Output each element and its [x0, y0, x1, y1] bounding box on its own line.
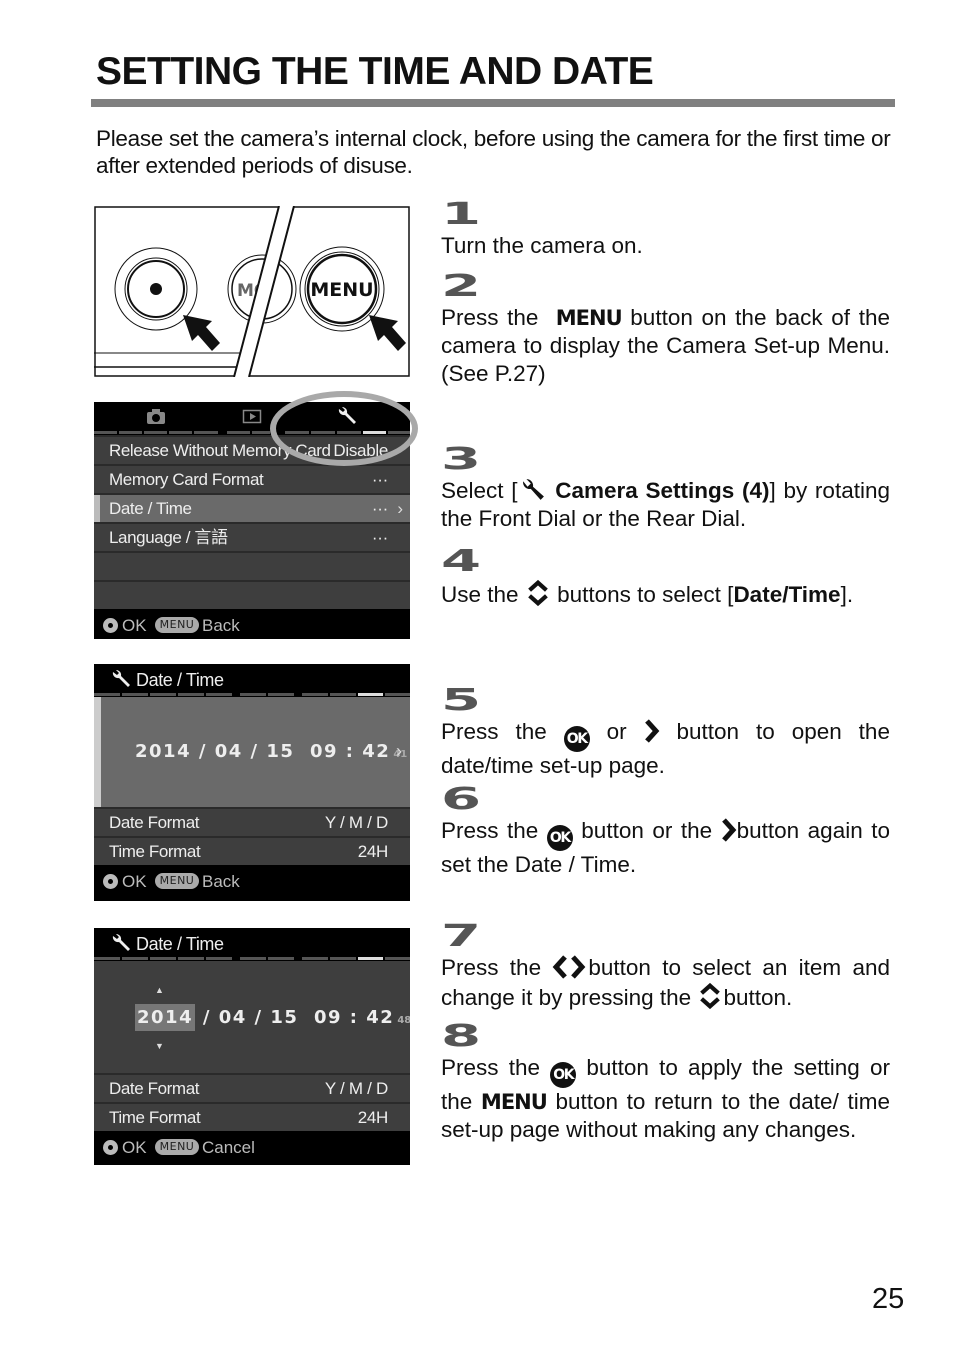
page-title: SETTING THE TIME AND DATE	[96, 50, 654, 93]
svg-text:8: 8	[441, 1022, 481, 1052]
up-down-buttons-icon	[697, 982, 723, 1010]
chevron-right-icon: ›	[397, 499, 403, 518]
step-number: 8	[441, 1022, 890, 1054]
date-time-value: 2014 / 04 / 15 09 : 42 41	[135, 741, 408, 762]
step-3: 3 Select [ Camera Settings (4)] by rotat…	[441, 445, 890, 533]
chevron-right-icon: ›	[396, 741, 402, 761]
date-format-row[interactable]: Date Format Y / M / D	[94, 1073, 410, 1102]
intro-paragraph: Please set the camera’s internal clock, …	[96, 126, 891, 178]
menu-button-icon: MENU	[155, 873, 199, 889]
svg-text:5: 5	[441, 686, 481, 716]
date-time-value: 2014 / 04 / 15 09 : 42 48	[135, 1004, 410, 1031]
ok-button-icon: OK	[550, 1062, 577, 1088]
step-7: 7 Press the button to select an item and…	[441, 922, 890, 1012]
date-format-row[interactable]: Date Format Y / M / D	[94, 807, 410, 836]
screen-header: Date / Time	[94, 928, 410, 961]
date-time-row[interactable]: 2014 / 04 / 15 09 : 42 41 ›	[94, 697, 410, 807]
menu-row-date-time[interactable]: Date / Time ··· ›	[94, 493, 410, 522]
step-number: 7	[441, 922, 890, 954]
page-number: 25	[872, 1283, 905, 1315]
right-button-icon	[721, 817, 737, 843]
step-number: 4	[441, 547, 890, 579]
screen-footer: OK MENU Back	[94, 609, 410, 639]
playback-icon[interactable]	[242, 407, 262, 430]
camera-icon[interactable]	[146, 407, 166, 430]
time-format-row[interactable]: Time Format 24H	[94, 1102, 410, 1131]
step-1: 1 Turn the camera on.	[441, 200, 890, 260]
title-rule	[91, 99, 895, 107]
svg-text:3: 3	[441, 445, 481, 475]
menu-button-label: MENU	[480, 1090, 548, 1114]
svg-text:MENU: MENU	[310, 279, 373, 301]
wrench-icon	[522, 479, 544, 500]
screen-header: Date / Time	[94, 664, 410, 697]
svg-text:6: 6	[441, 785, 481, 815]
camera-buttons-illustration: MO MENU	[94, 205, 410, 378]
date-time-edit-panel: ▲ 2014 / 04 / 15 09 : 42 48 ▼	[94, 961, 410, 1073]
ok-button-icon	[103, 1140, 118, 1155]
step-number: 6	[441, 785, 890, 817]
wrench-icon	[110, 933, 132, 959]
menu-button-label: MENU	[555, 306, 623, 330]
svg-text:2: 2	[441, 272, 481, 302]
up-down-buttons-icon	[525, 579, 551, 607]
menu-row-language[interactable]: Language / 言語 ···	[94, 522, 410, 551]
menu-row-empty	[94, 580, 410, 609]
left-right-buttons-icon	[552, 954, 588, 980]
year-field[interactable]: 2014	[135, 1004, 196, 1031]
step-4: 4 Use the buttons to select [Date/Time].	[441, 547, 890, 609]
time-format-row[interactable]: Time Format 24H	[94, 836, 410, 865]
step-8: 8 Press the OK button to apply the setti…	[441, 1022, 890, 1144]
svg-text:7: 7	[441, 922, 481, 952]
menu-page-indicator	[94, 957, 410, 960]
menu-page-indicator	[94, 693, 410, 696]
menu-row-empty	[94, 551, 410, 580]
svg-text:4: 4	[441, 547, 481, 577]
increment-arrow-icon[interactable]: ▲	[155, 985, 164, 995]
wrench-icon	[110, 669, 132, 695]
ok-button-icon: OK	[563, 726, 590, 752]
screen-footer: OK MENU Back	[94, 865, 410, 898]
ok-button-icon	[103, 874, 118, 889]
date-time-screen: Date / Time 2014 / 04 / 15 09 : 42 41 › D…	[94, 664, 410, 901]
svg-text:1: 1	[441, 200, 481, 230]
ok-button-icon: OK	[546, 825, 573, 851]
step-number: 1	[441, 200, 890, 232]
menu-button-icon: MENU	[155, 1139, 199, 1155]
step-2: 2 Press the MENU button on the back of t…	[441, 272, 890, 388]
step-number: 3	[441, 445, 890, 477]
decrement-arrow-icon[interactable]: ▼	[155, 1041, 164, 1051]
screen-footer: OK MENU Cancel	[94, 1131, 410, 1164]
step-5: 5 Press the OK or button to open the dat…	[441, 686, 890, 780]
ok-button-icon	[103, 618, 118, 633]
step-number: 2	[441, 272, 890, 304]
step-6: 6 Press the OK button or the button agai…	[441, 785, 890, 879]
highlight-ring	[270, 391, 418, 466]
menu-row-memory-card-format[interactable]: Memory Card Format ···	[94, 464, 410, 493]
step-number: 5	[441, 686, 890, 718]
menu-button-icon: MENU	[155, 617, 199, 633]
right-button-icon	[644, 718, 660, 744]
date-time-edit-screen: Date / Time ▲ 2014 / 04 / 15 09 : 42 48 ▼…	[94, 928, 410, 1165]
